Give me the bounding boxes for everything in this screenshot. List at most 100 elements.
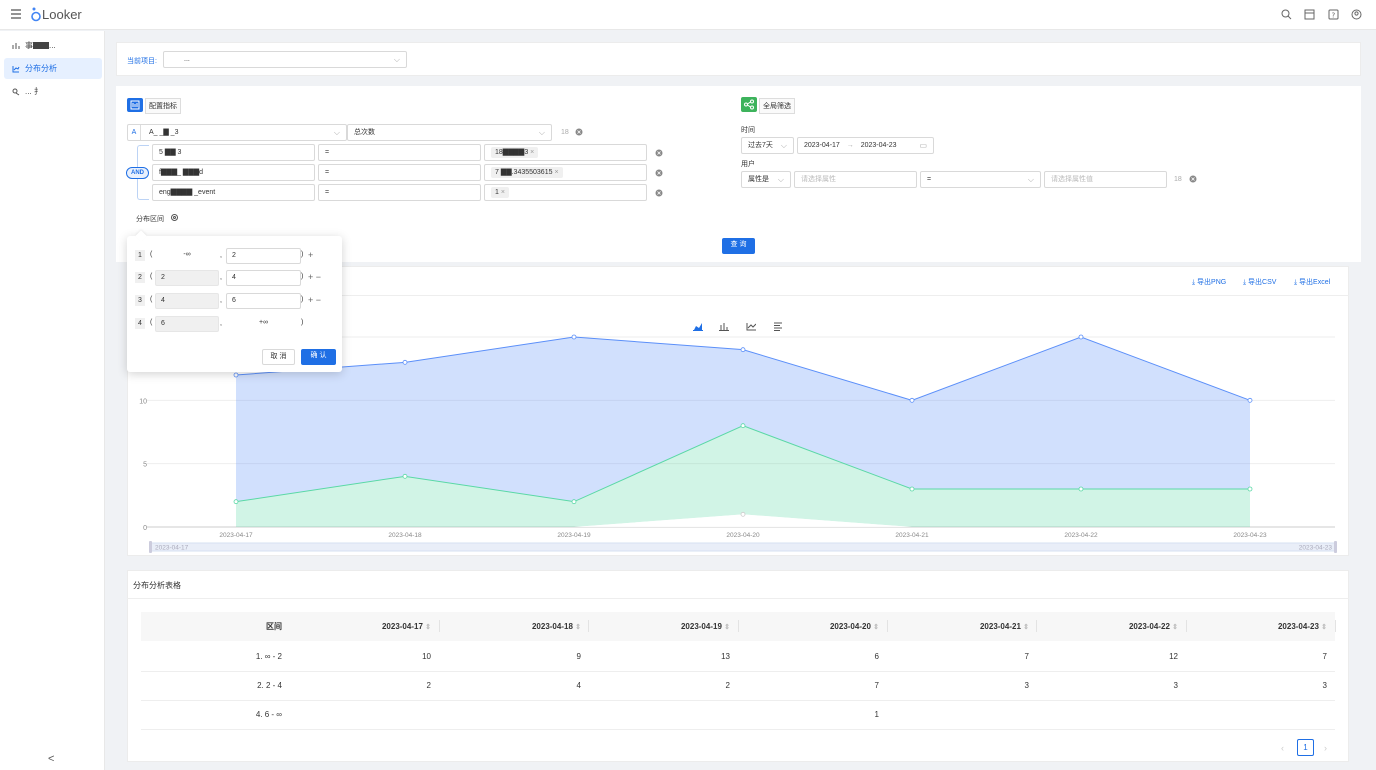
aggregate-select[interactable]: 总次数 ⌵ <box>347 124 552 141</box>
project-select[interactable]: ... ⌵ <box>163 51 407 68</box>
search-icon[interactable] <box>1281 9 1292 22</box>
sort-icon[interactable]: ⇕ <box>724 624 730 631</box>
date-range-picker[interactable]: 2023-04-17 → 2023-04-23 ▭ <box>797 137 934 154</box>
filter-operator-select[interactable]: = <box>318 184 481 201</box>
prev-page-icon[interactable]: ‹ <box>1281 743 1284 753</box>
data-point <box>571 499 577 505</box>
remove-filter-icon[interactable] <box>655 189 663 199</box>
collapse-sidebar-icon[interactable]: < <box>48 753 54 765</box>
filter-property-select[interactable]: 5 ▇▇ 3 <box>152 144 315 161</box>
table-cell <box>331 700 431 729</box>
remove-filter-icon[interactable] <box>655 169 663 179</box>
column-header[interactable]: 2023-04-17 ⇕ <box>331 612 431 641</box>
gear-icon[interactable] <box>170 213 179 224</box>
time-range-select[interactable]: 过去7天 ⌵ <box>741 137 794 154</box>
range-to-input[interactable]: 6 <box>226 293 301 309</box>
operator-select[interactable]: = ⌵ <box>920 171 1041 188</box>
column-header[interactable]: 2023-04-19 ⇕ <box>630 612 730 641</box>
and-toggle-button[interactable]: AND <box>126 167 149 179</box>
sidebar-item-label: 事▇▇... <box>25 41 56 50</box>
help-icon[interactable]: ? <box>1328 9 1339 22</box>
table-cell: 3 <box>1322 681 1327 690</box>
range-slider <box>150 542 1336 552</box>
y-tick-label: 0 <box>143 525 147 532</box>
close-icon[interactable]: × <box>554 169 558 176</box>
attribute-value-select[interactable]: 请选择属性值 <box>1044 171 1167 188</box>
menu-icon[interactable] <box>10 8 22 20</box>
export-png-link[interactable]: ⤓ 导出PNG <box>1192 277 1226 287</box>
user-label: 用户 <box>741 161 755 168</box>
confirm-button[interactable]: 确 认 <box>301 349 336 365</box>
open-paren: ( <box>150 251 153 258</box>
remove-filter-icon[interactable] <box>655 149 663 159</box>
data-point <box>571 334 577 340</box>
sort-icon[interactable]: ⇕ <box>1023 624 1029 631</box>
chevron-down-icon: ⌵ <box>777 175 784 184</box>
attribute-select[interactable]: 请选择属性 <box>794 171 917 188</box>
filter-property-select[interactable]: f▇▇▇_ ▇▇▇d <box>152 164 315 181</box>
page-number-button[interactable]: 1 <box>1297 739 1314 756</box>
table-cell <box>929 700 1029 729</box>
x-tick-label: 2023-04-22 <box>1064 532 1098 539</box>
x-tick-label: 2023-04-19 <box>557 532 591 539</box>
sidebar-item-user-flow[interactable]: ... 扌 <box>4 81 102 102</box>
sidebar-item-event-analysis[interactable]: 事▇▇... <box>4 35 102 56</box>
export-csv-link[interactable]: ⤓ 导出CSV <box>1243 277 1276 287</box>
sidebar-item-label: 分布分析 <box>25 64 57 73</box>
data-point <box>1247 486 1253 492</box>
store-icon[interactable] <box>1304 9 1315 22</box>
table-cell: 2. 2 - 4 <box>257 681 282 690</box>
column-header[interactable]: 2023-04-21 ⇕ <box>929 612 1029 641</box>
range-to-input[interactable]: 4 <box>226 270 301 286</box>
sort-icon[interactable]: ⇕ <box>425 624 431 631</box>
column-header[interactable]: 2023-04-18 ⇕ <box>481 612 581 641</box>
table-cell: 3 <box>1173 681 1178 690</box>
range-from-input[interactable]: -∞ <box>155 248 219 264</box>
add-remove-range-icon[interactable]: + − <box>308 272 321 282</box>
filter-value-select[interactable]: 7 ▇▇.3435503615 × <box>484 164 647 181</box>
table-cell: 2 <box>426 681 431 690</box>
filter-value-select[interactable]: 1 × <box>484 184 647 201</box>
data-point <box>740 511 746 517</box>
data-point <box>1247 397 1253 403</box>
sort-icon[interactable]: ⇕ <box>873 624 879 631</box>
table-cell: 6 <box>874 652 879 661</box>
project-bar: 当前项目: ... ⌵ <box>116 42 1361 76</box>
user-avatar-icon[interactable] <box>1351 9 1362 22</box>
remove-user-filter-icon[interactable] <box>1189 175 1197 185</box>
close-icon[interactable]: × <box>530 149 534 156</box>
add-remove-range-icon[interactable]: + − <box>308 295 321 305</box>
row-index: 3 <box>135 295 145 306</box>
filter-value-select[interactable]: 18▇▇▇▇3 × <box>484 144 647 161</box>
range-from-input: 2 <box>155 270 219 286</box>
column-header[interactable]: 区间 <box>182 612 282 641</box>
slider-end-label: 2023-04-23 <box>1299 545 1333 552</box>
add-remove-range-icon[interactable]: + <box>308 250 313 260</box>
export-excel-link[interactable]: ⤓ 导出Excel <box>1294 277 1330 287</box>
column-header[interactable]: 2023-04-23 ⇕ <box>1227 612 1327 641</box>
filter-property-select[interactable]: eng▇▇▇▇ _event <box>152 184 315 201</box>
column-header[interactable]: 2023-04-22 ⇕ <box>1078 612 1178 641</box>
cancel-button[interactable]: 取 消 <box>262 349 295 365</box>
close-icon[interactable]: × <box>501 189 505 196</box>
query-button[interactable]: 查 询 <box>722 238 755 254</box>
sort-icon[interactable]: ⇕ <box>1172 624 1178 631</box>
column-header[interactable]: 2023-04-20 ⇕ <box>779 612 879 641</box>
data-point <box>402 359 408 365</box>
data-point <box>1078 486 1084 492</box>
sidebar-item-distribution[interactable]: 分布分析 <box>4 58 102 79</box>
sort-icon[interactable]: ⇕ <box>1321 624 1327 631</box>
sort-icon[interactable]: ⇕ <box>575 624 581 631</box>
remove-metric-icon[interactable] <box>575 128 583 138</box>
event-select[interactable]: A A_ _▇ _3 ⌵ <box>127 124 347 141</box>
filter-operator-select[interactable]: = <box>318 144 481 161</box>
user-type-select[interactable]: 属性是 ⌵ <box>741 171 791 188</box>
range-to-input[interactable]: 2 <box>226 248 301 264</box>
comma: , <box>220 274 222 281</box>
table-cell: 3 <box>1024 681 1029 690</box>
sidebar: 事▇▇... 分布分析 ... 扌 < <box>0 31 105 770</box>
filter-operator-select[interactable]: = <box>318 164 481 181</box>
table-cell: 10 <box>422 652 431 661</box>
table-title: 分布分析表格 <box>133 581 181 590</box>
next-page-icon[interactable]: › <box>1324 743 1327 753</box>
